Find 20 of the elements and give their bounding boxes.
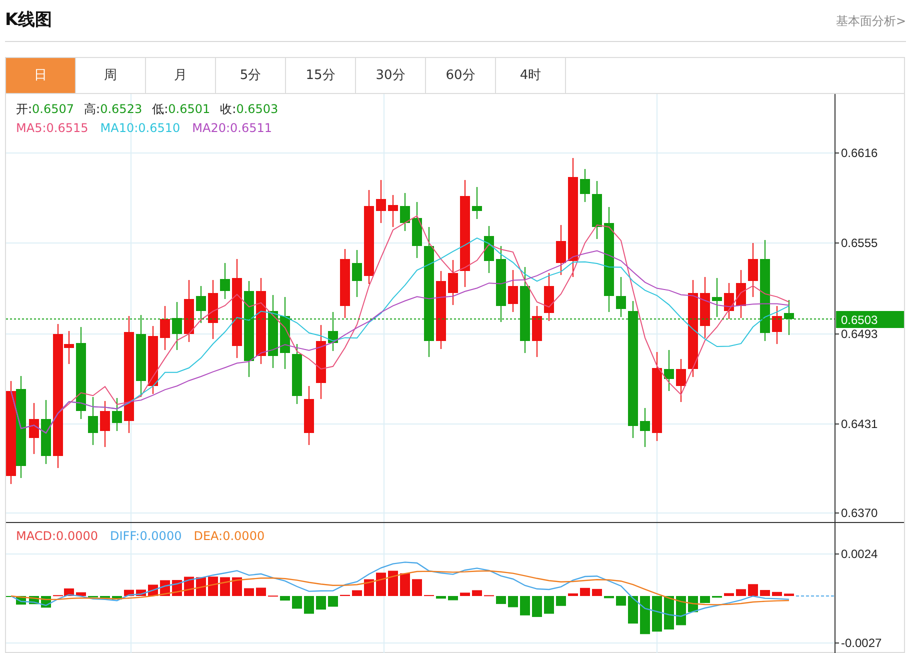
price-axis-label: 0.6555 <box>841 236 878 250</box>
price-axis-label: 0.6431 <box>841 417 878 431</box>
macd-axis-label: -0.0027 <box>841 636 882 650</box>
macd-reading: DIFF:0.0000 <box>110 528 182 545</box>
section-title: K线图 <box>5 8 52 32</box>
moving-average-reading: MA5:0.6515 <box>16 120 88 137</box>
ohlc-reading: 开:0.6507 <box>16 101 74 118</box>
ohlc-reading: 收:0.6503 <box>220 101 278 118</box>
moving-average-reading: MA20:0.6511 <box>192 120 272 137</box>
ohlc-reading: 高:0.6523 <box>84 101 142 118</box>
ohlc-reading: 低:0.6501 <box>152 101 210 118</box>
price-axis-label: 0.6370 <box>841 506 878 520</box>
macd-reading: DEA:0.0000 <box>194 528 265 545</box>
moving-average-reading: MA10:0.6510 <box>100 120 180 137</box>
fundamental-analysis-link[interactable]: 基本面分析> <box>836 12 906 30</box>
price-axis-label: 0.6493 <box>841 327 878 341</box>
macd-axis-label: 0.0024 <box>841 547 878 561</box>
macd-reading: MACD:0.0000 <box>16 528 98 545</box>
current-price-tag: 0.6503 <box>836 311 904 328</box>
price-axis-label: 0.6616 <box>841 146 878 160</box>
